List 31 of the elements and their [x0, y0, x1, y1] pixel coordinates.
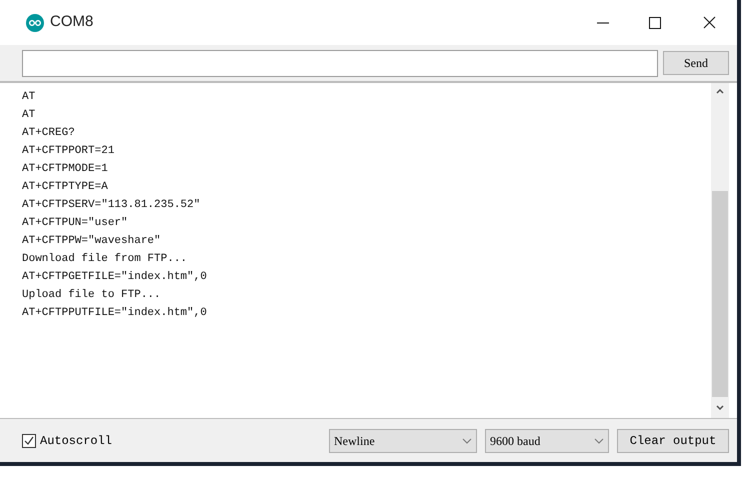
minimize-icon [597, 22, 609, 24]
maximize-icon [649, 16, 661, 28]
output-line: AT+CFTPSERV="113.81.235.52" [22, 198, 202, 213]
output-line: AT+CREG? [22, 126, 76, 141]
output-line: Upload file to FTP... [22, 288, 162, 303]
chevron-down-icon [594, 438, 604, 444]
baud-rate-dropdown[interactable]: 9600 baud [485, 428, 609, 452]
line-ending-dropdown[interactable]: Newline [329, 428, 477, 452]
output-line: AT+CFTPUN="user" [22, 216, 129, 231]
output-line: AT [22, 108, 36, 123]
scroll-down-icon[interactable] [716, 405, 724, 410]
scrollbar[interactable] [711, 83, 729, 418]
scroll-thumb[interactable] [712, 191, 728, 397]
window-title: COM8 [50, 12, 94, 32]
output-line: AT [22, 90, 36, 105]
output-line: AT+CFTPPORT=21 [22, 144, 116, 159]
output-line: AT+CFTPPW="waveshare" [22, 234, 162, 249]
input-field[interactable] [22, 50, 658, 76]
output-line: AT+CFTPTYPE=A [22, 180, 109, 195]
close-icon [702, 16, 716, 29]
infinity-logo-icon [26, 14, 44, 32]
output-line: Download file from FTP... [22, 252, 188, 267]
autoscroll-label: Autoscroll [40, 432, 112, 450]
send-button[interactable]: Send [663, 51, 729, 75]
scroll-up-icon[interactable] [716, 89, 724, 94]
output-line: AT+CFTPPUTFILE="index.htm",0 [22, 306, 208, 321]
autoscroll-checkbox[interactable] [22, 434, 36, 448]
output-line: AT+CFTPMODE=1 [22, 162, 109, 177]
chevron-down-icon [462, 438, 472, 444]
output-line: AT+CFTPGETFILE="index.htm",0 [22, 270, 208, 285]
clear-output-button[interactable]: Clear output [617, 428, 729, 452]
